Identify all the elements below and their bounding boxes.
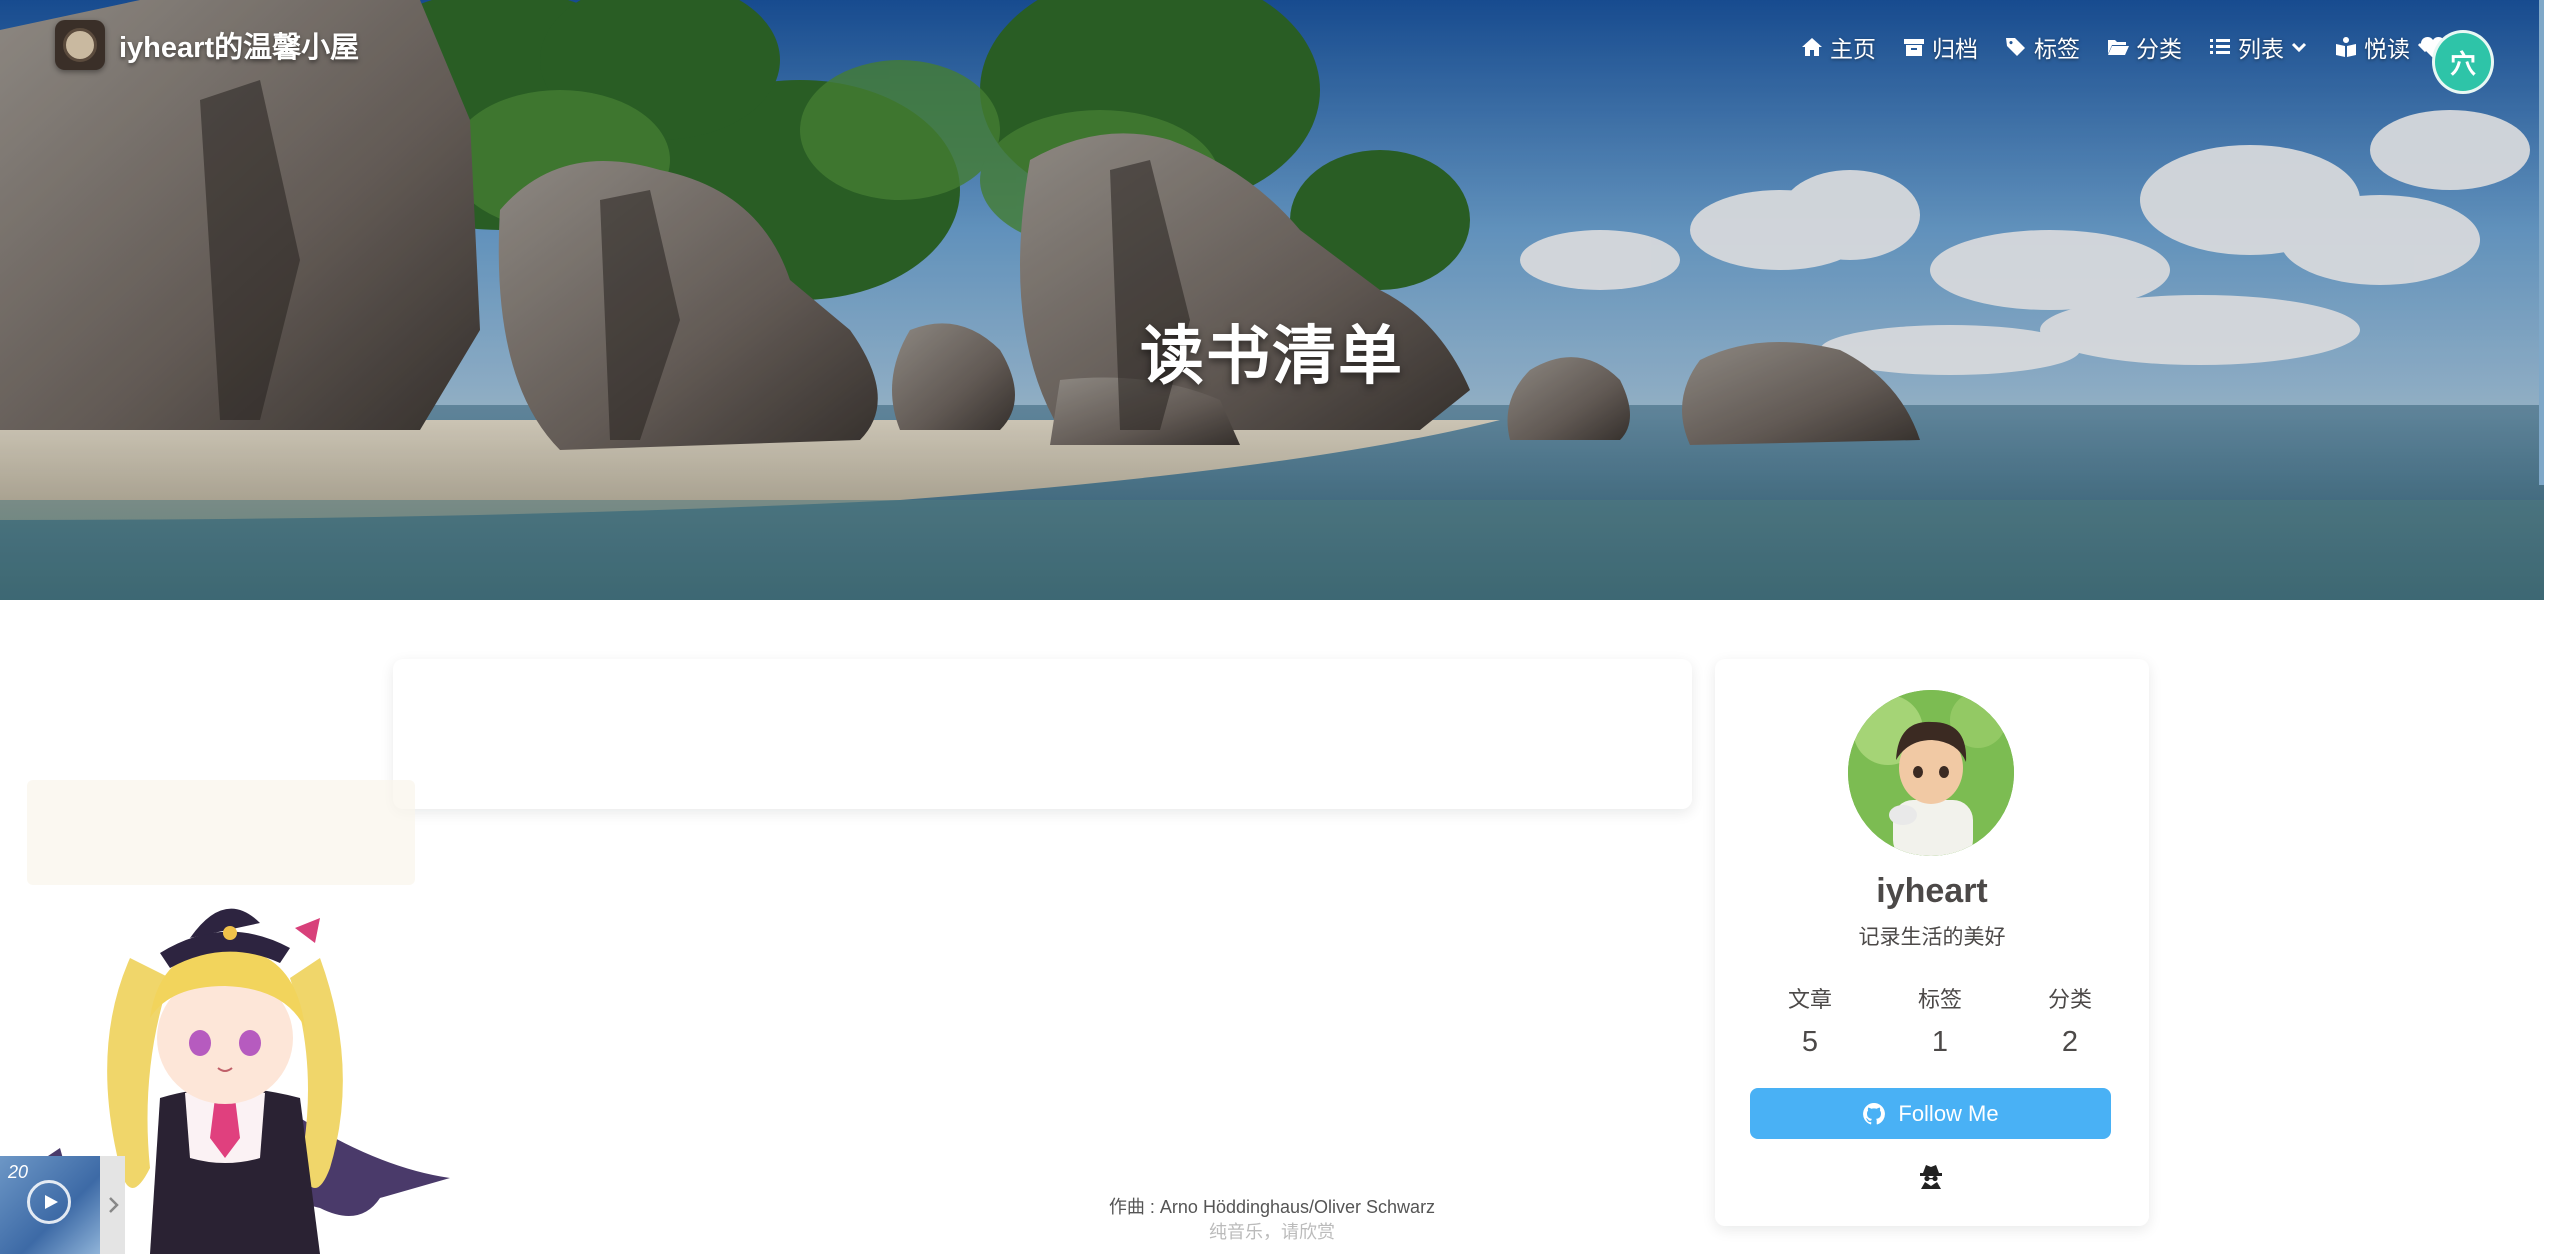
chevron-right-icon — [108, 1197, 119, 1213]
tags-icon — [2006, 38, 2025, 56]
player-collapse-toggle[interactable] — [100, 1156, 125, 1254]
stat-value: 1 — [1931, 1026, 1949, 1058]
avatar[interactable] — [1848, 690, 2014, 856]
stat-value: 5 — [1801, 1026, 1819, 1058]
site-logo — [55, 20, 105, 70]
archive-icon — [1904, 39, 1924, 56]
user-secret-icon[interactable] — [1917, 1162, 1945, 1190]
follow-me-button[interactable]: Follow Me — [1750, 1088, 2111, 1139]
album-cover[interactable]: 20 — [0, 1156, 100, 1254]
site-title[interactable]: iyheart的温馨小屋 — [119, 24, 359, 66]
main-nav: 主页 归档 标签 分类 列表 悦读 — [1800, 30, 2434, 64]
album-cover-text: 20 — [8, 1162, 29, 1182]
nav-item-label: 主页 — [1830, 36, 1876, 62]
nav-item-label: 列表 — [2238, 36, 2284, 62]
author-name: iyheart — [1876, 872, 1988, 910]
music-player: 20 — [0, 1156, 125, 1254]
play-button[interactable] — [27, 1180, 71, 1224]
folder-open-icon — [2108, 40, 2129, 55]
nav-item-tags[interactable]: 标签 — [2004, 30, 2080, 64]
stat-value: 2 — [2061, 1026, 2079, 1058]
site-brand[interactable]: iyheart的温馨小屋 — [55, 20, 359, 70]
chevron-down-icon — [2291, 42, 2307, 53]
play-icon — [44, 1195, 58, 1209]
stat-label: 分类 — [2047, 987, 2092, 1012]
beach-background-image — [0, 0, 2544, 600]
nav-item-label: 悦读 — [2364, 36, 2410, 62]
nav-item-home[interactable]: 主页 — [1800, 30, 1876, 64]
nav-item-label: 归档 — [1932, 36, 1978, 62]
page-title: 读书清单 — [1140, 320, 1404, 392]
nav-item-label: 标签 — [2034, 36, 2080, 62]
author-description: 记录生活的美好 — [1858, 926, 2006, 949]
mascot-badge[interactable]: 穴 — [2432, 30, 2494, 94]
list-icon — [2210, 39, 2230, 54]
stat-categories[interactable]: 分类 2 — [2020, 982, 2120, 1059]
nav-item-label: 分类 — [2136, 36, 2182, 62]
stat-label: 标签 — [1917, 987, 1962, 1012]
home-icon — [1802, 38, 1822, 56]
nav-item-list[interactable]: 列表 — [2208, 30, 2308, 64]
nav-item-categories[interactable]: 分类 — [2106, 30, 2182, 64]
content-card — [393, 659, 1692, 809]
page-header-banner: iyheart的温馨小屋 主页 归档 标签 分类 列表 悦读 穴 读书清单 — [0, 0, 2544, 600]
nav-item-reading[interactable]: 悦读 — [2334, 30, 2434, 64]
book-reader-icon — [2336, 37, 2356, 57]
scrollbar-thumb[interactable] — [2539, 0, 2544, 485]
site-stats: 文章 5 标签 1 分类 2 — [1760, 982, 2120, 1059]
stat-tags[interactable]: 标签 1 — [1890, 982, 1990, 1059]
follow-me-label: Follow Me — [1898, 1100, 1999, 1126]
author-profile-card: iyheart 记录生活的美好 文章 5 标签 1 分类 2 Follow Me — [1715, 659, 2149, 1226]
github-icon — [1863, 1102, 1886, 1124]
stat-label: 文章 — [1787, 987, 1832, 1012]
stat-articles[interactable]: 文章 5 — [1760, 982, 1860, 1059]
nav-item-archive[interactable]: 归档 — [1902, 30, 1978, 64]
